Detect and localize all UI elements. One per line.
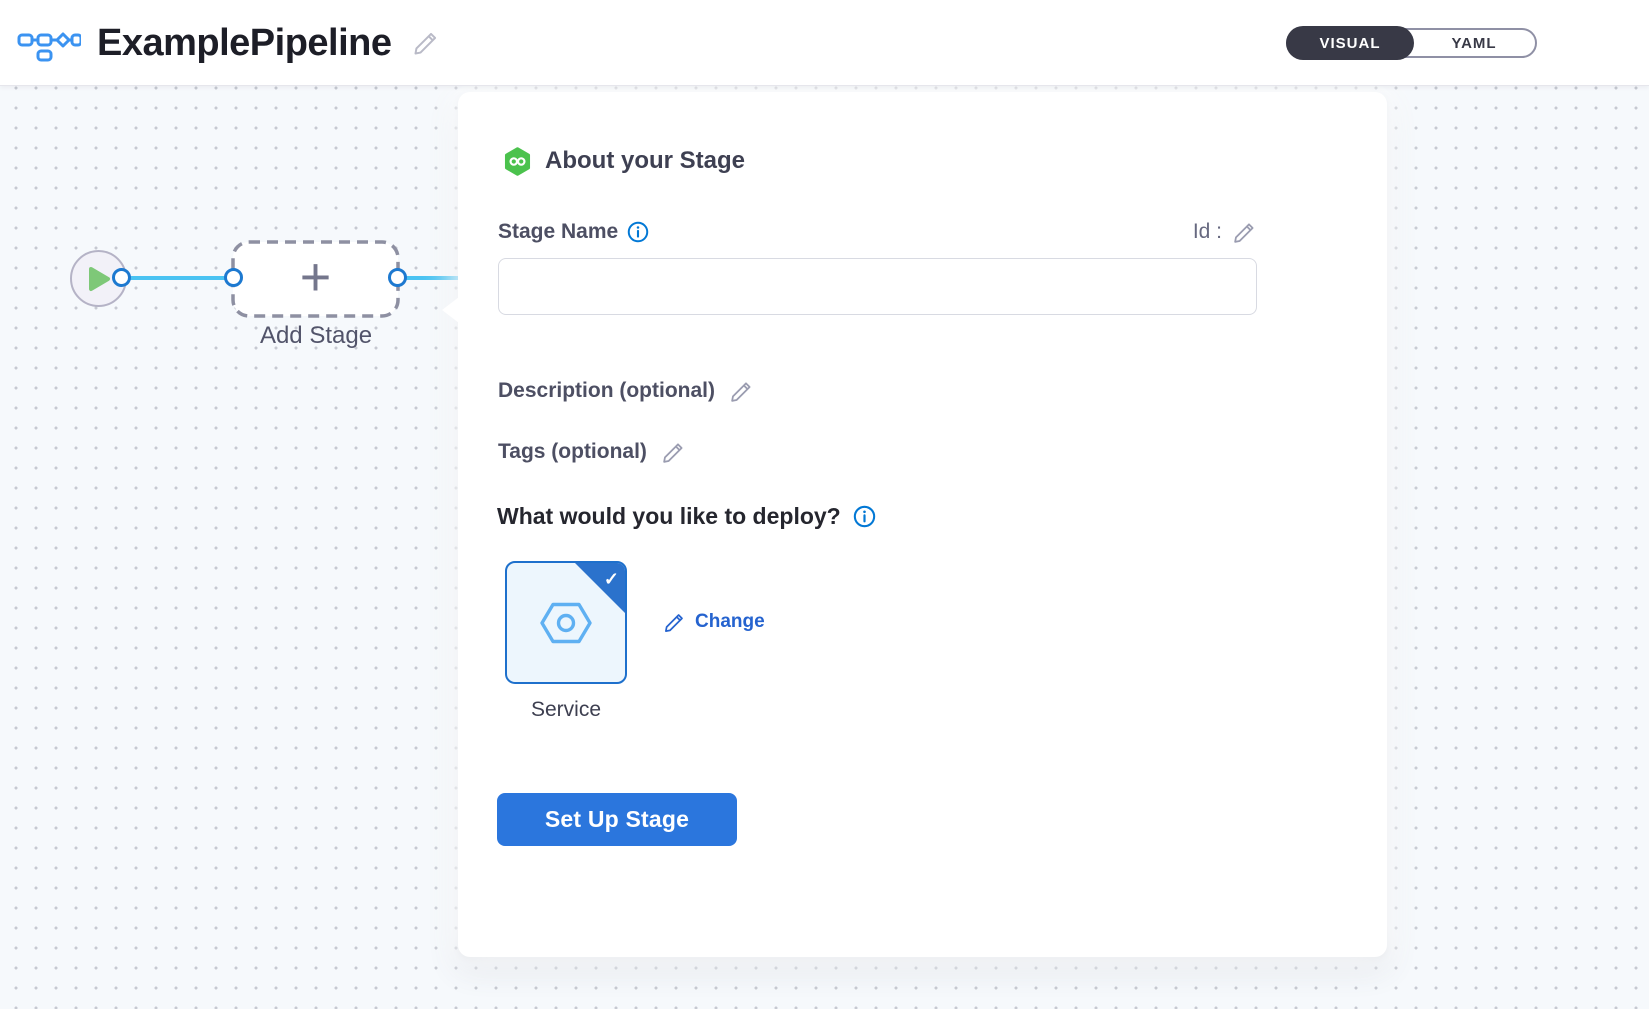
connector-port[interactable] bbox=[224, 268, 243, 287]
description-row: Description (optional) bbox=[498, 376, 754, 406]
pipeline-graph-icon bbox=[17, 23, 81, 63]
stage-id-label: Id : bbox=[1193, 220, 1222, 244]
connector-port[interactable] bbox=[388, 268, 407, 287]
page-title: ExamplePipeline bbox=[97, 22, 392, 65]
setup-stage-button[interactable]: Set Up Stage bbox=[497, 793, 737, 846]
toggle-visual[interactable]: VISUAL bbox=[1286, 26, 1414, 60]
panel-arrow bbox=[442, 297, 459, 323]
stage-setup-panel: About your Stage Stage Name Id : bbox=[458, 92, 1387, 957]
info-icon[interactable] bbox=[853, 505, 876, 528]
change-deploy-type-link[interactable]: Change bbox=[663, 608, 765, 636]
edit-id-icon[interactable] bbox=[1232, 220, 1257, 245]
add-stage-label: Add Stage bbox=[216, 322, 416, 350]
stage-name-row: Stage Name Id : bbox=[498, 216, 1257, 248]
pipeline-studio: ExamplePipeline VISUAL YAML bbox=[0, 0, 1649, 1009]
panel-heading: About your Stage bbox=[503, 146, 745, 176]
check-icon: ✓ bbox=[604, 569, 619, 590]
view-toggle[interactable]: VISUAL YAML bbox=[1286, 28, 1537, 58]
service-card-label: Service bbox=[485, 698, 647, 722]
cd-stage-icon bbox=[503, 147, 532, 176]
add-stage-node[interactable]: + bbox=[231, 240, 400, 318]
pipeline-title-group: ExamplePipeline bbox=[17, 0, 440, 86]
toggle-yaml[interactable]: YAML bbox=[1413, 30, 1535, 56]
info-icon[interactable] bbox=[627, 221, 649, 243]
edit-description-icon[interactable] bbox=[729, 379, 754, 404]
edit-title-icon[interactable] bbox=[412, 29, 440, 57]
pipeline-canvas: + Add Stage About your Stage Stage Name bbox=[0, 86, 1649, 1009]
deploy-question-row: What would you like to deploy? bbox=[497, 500, 876, 532]
deploy-question-label: What would you like to deploy? bbox=[497, 503, 841, 530]
play-icon bbox=[86, 265, 112, 293]
edit-pencil-icon bbox=[663, 611, 686, 634]
change-link-label: Change bbox=[695, 611, 765, 633]
header: ExamplePipeline VISUAL YAML bbox=[0, 0, 1649, 86]
panel-heading-label: About your Stage bbox=[545, 147, 745, 175]
stage-name-input[interactable] bbox=[498, 258, 1257, 315]
service-card[interactable]: ✓ bbox=[505, 561, 627, 684]
stage-name-label: Stage Name bbox=[498, 220, 618, 244]
tags-label: Tags (optional) bbox=[498, 440, 647, 464]
plus-icon: + bbox=[231, 238, 400, 316]
edit-tags-icon[interactable] bbox=[661, 440, 686, 465]
tags-row: Tags (optional) bbox=[498, 437, 686, 467]
description-label: Description (optional) bbox=[498, 379, 715, 403]
connector-port[interactable] bbox=[112, 268, 131, 287]
